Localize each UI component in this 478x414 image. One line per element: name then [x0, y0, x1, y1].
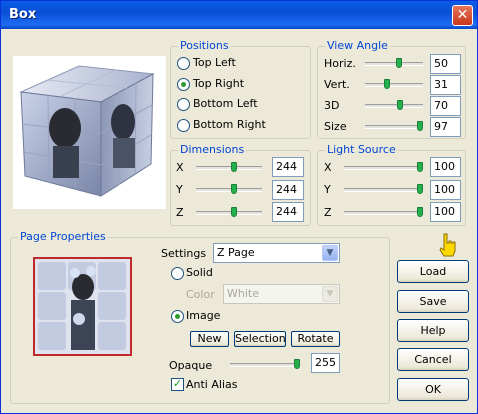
cube-preview	[13, 56, 166, 209]
dimension-z-input[interactable]: 244	[272, 202, 304, 222]
horiz-input[interactable]: 50	[430, 54, 461, 74]
image-radio[interactable]	[171, 310, 184, 323]
dimension-z-slider-thumb[interactable]	[231, 207, 237, 217]
opaque-slider[interactable]	[230, 363, 300, 367]
horiz-slider[interactable]	[365, 62, 423, 66]
color-label: Color	[186, 288, 215, 301]
position-top-left-radio[interactable]	[177, 57, 190, 70]
anti-alias-checkbox[interactable]: ✓	[171, 378, 184, 391]
anti-alias-label: Anti Alias	[186, 378, 238, 391]
dimension-z-slider[interactable]	[196, 211, 262, 215]
three-d-slider[interactable]	[365, 104, 423, 108]
dimensions-title: Dimensions	[178, 143, 247, 156]
vert-input[interactable]: 31	[430, 75, 461, 95]
opaque-slider-thumb[interactable]	[294, 359, 300, 369]
light-z-slider-thumb[interactable]	[417, 207, 423, 217]
color-select[interactable]: White ▼	[223, 284, 340, 304]
light-x-slider[interactable]	[344, 166, 423, 170]
position-bottom-left-radio[interactable]	[177, 98, 190, 111]
light-z-input[interactable]: 100	[430, 202, 461, 222]
box-dialog: Box ✕ Positions Top Left Top Right Botto…	[0, 0, 478, 414]
light-y-slider-thumb[interactable]	[417, 184, 423, 194]
close-button[interactable]: ✕	[452, 5, 473, 26]
dimension-x-slider-thumb[interactable]	[231, 162, 237, 172]
position-top-right-label: Top Right	[193, 77, 245, 90]
chevron-down-icon[interactable]: ▼	[322, 286, 338, 302]
chevron-down-icon[interactable]: ▼	[322, 245, 338, 261]
dimension-z-label: Z	[176, 206, 184, 219]
view-angle-title: View Angle	[325, 39, 390, 52]
dimension-y-input[interactable]: 244	[272, 180, 304, 200]
size-label: Size	[324, 120, 347, 133]
positions-title: Positions	[178, 39, 231, 52]
opaque-label: Opaque	[169, 359, 213, 372]
page-properties-title: Page Properties	[18, 230, 108, 243]
pointing-hand-icon	[439, 233, 456, 257]
solid-radio[interactable]	[171, 267, 184, 280]
position-bottom-left-label: Bottom Left	[193, 97, 258, 110]
page-preview	[33, 257, 132, 356]
light-z-label: Z	[324, 206, 332, 219]
dimension-y-label: Y	[176, 183, 183, 196]
dimension-x-label: X	[176, 161, 184, 174]
dimension-x-input[interactable]: 244	[272, 157, 304, 177]
three-d-input[interactable]: 70	[430, 96, 461, 116]
save-button[interactable]: Save	[397, 290, 469, 313]
position-top-right-radio[interactable]	[177, 78, 190, 91]
three-d-label: 3D	[324, 99, 340, 112]
cube-preview-image	[19, 65, 155, 197]
title-bar[interactable]: Box ✕	[1, 1, 477, 29]
vert-slider-thumb[interactable]	[384, 79, 390, 89]
cancel-button[interactable]: Cancel	[397, 348, 469, 371]
page-preview-image	[35, 259, 130, 354]
window-title: Box	[9, 7, 37, 22]
size-slider-thumb[interactable]	[417, 121, 423, 131]
help-button[interactable]: Help	[397, 319, 469, 342]
vert-label: Vert.	[324, 78, 350, 91]
light-y-label: Y	[324, 183, 331, 196]
dimension-x-slider[interactable]	[196, 166, 262, 170]
dimension-y-slider[interactable]	[196, 188, 262, 192]
position-top-left-label: Top Left	[193, 56, 236, 69]
light-x-slider-thumb[interactable]	[417, 162, 423, 172]
settings-select[interactable]: Z Page ▼	[213, 243, 340, 263]
horiz-slider-thumb[interactable]	[396, 58, 402, 68]
ok-button[interactable]: OK	[397, 378, 469, 401]
close-icon: ✕	[456, 7, 469, 23]
new-button[interactable]: New	[190, 331, 229, 347]
light-z-slider[interactable]	[344, 211, 423, 215]
light-x-input[interactable]: 100	[430, 157, 461, 177]
load-button[interactable]: Load	[397, 260, 469, 283]
settings-label: Settings	[161, 247, 207, 260]
size-slider[interactable]	[365, 125, 423, 129]
opaque-input[interactable]: 255	[311, 353, 340, 373]
position-bottom-right-label: Bottom Right	[193, 118, 266, 131]
settings-select-value: Z Page	[217, 246, 255, 259]
three-d-slider-thumb[interactable]	[397, 100, 403, 110]
rotate-button[interactable]: Rotate	[291, 331, 340, 347]
solid-label: Solid	[186, 266, 213, 279]
vert-slider[interactable]	[365, 83, 423, 87]
light-x-label: X	[324, 161, 332, 174]
light-y-input[interactable]: 100	[430, 180, 461, 200]
horiz-label: Horiz.	[324, 57, 356, 70]
image-label: Image	[186, 309, 221, 322]
size-input[interactable]: 97	[430, 117, 461, 137]
light-y-slider[interactable]	[344, 188, 423, 192]
light-source-title: Light Source	[325, 143, 398, 156]
color-select-value: White	[227, 287, 259, 300]
dimension-y-slider-thumb[interactable]	[231, 184, 237, 194]
selection-button[interactable]: Selection	[234, 331, 286, 347]
position-bottom-right-radio[interactable]	[177, 119, 190, 132]
